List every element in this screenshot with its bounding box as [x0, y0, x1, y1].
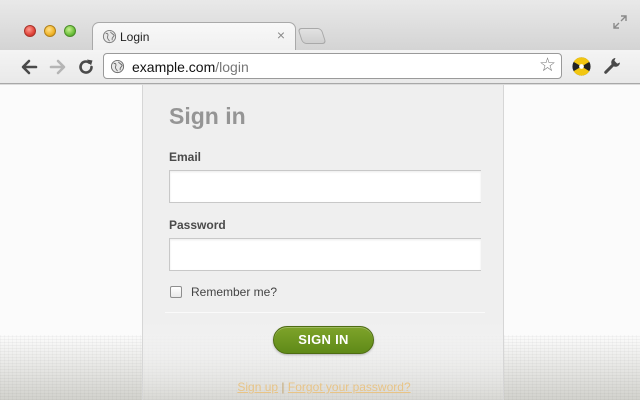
- browser-toolbar: example.com/login ☆: [0, 50, 640, 84]
- minimize-window-button[interactable]: [44, 25, 56, 37]
- maximize-window-button[interactable]: [64, 25, 76, 37]
- window-titlebar: Login ×: [0, 0, 640, 50]
- login-card: Sign in Email Password Remember me? SIGN…: [142, 85, 504, 400]
- tab-close-icon[interactable]: ×: [277, 28, 285, 42]
- new-tab-button[interactable]: [297, 28, 327, 44]
- sign-in-button[interactable]: SIGN IN: [273, 326, 374, 354]
- password-field[interactable]: [169, 238, 481, 271]
- extension-icon[interactable]: [571, 56, 592, 77]
- remember-me-label[interactable]: Remember me?: [191, 285, 277, 299]
- url-host: example.com: [132, 59, 216, 75]
- sign-up-link[interactable]: Sign up: [237, 380, 278, 394]
- email-label: Email: [169, 150, 202, 164]
- url-path: /login: [215, 59, 249, 75]
- close-window-button[interactable]: [24, 25, 36, 37]
- star-icon[interactable]: ☆: [539, 55, 556, 77]
- address-bar[interactable]: example.com/login ☆: [103, 53, 562, 79]
- link-separator: |: [281, 380, 285, 394]
- forgot-password-link[interactable]: Forgot your password?: [288, 380, 411, 394]
- globe-icon: [102, 29, 117, 44]
- reload-icon[interactable]: [76, 57, 96, 77]
- back-arrow-icon[interactable]: [19, 57, 39, 77]
- fullscreen-icon[interactable]: [612, 14, 628, 30]
- url-text: example.com/login: [132, 59, 249, 75]
- footer-links: Sign up | Forgot your password?: [143, 380, 505, 394]
- password-label: Password: [169, 218, 226, 232]
- tab-title: Login: [120, 30, 150, 44]
- email-field[interactable]: [169, 170, 481, 203]
- page-title: Sign in: [169, 103, 246, 129]
- divider: [165, 312, 485, 313]
- remember-me-checkbox[interactable]: [170, 286, 182, 298]
- globe-icon: [110, 59, 125, 74]
- browser-tab[interactable]: Login ×: [92, 22, 296, 50]
- wrench-icon[interactable]: [602, 56, 622, 76]
- forward-arrow-icon[interactable]: [48, 57, 68, 77]
